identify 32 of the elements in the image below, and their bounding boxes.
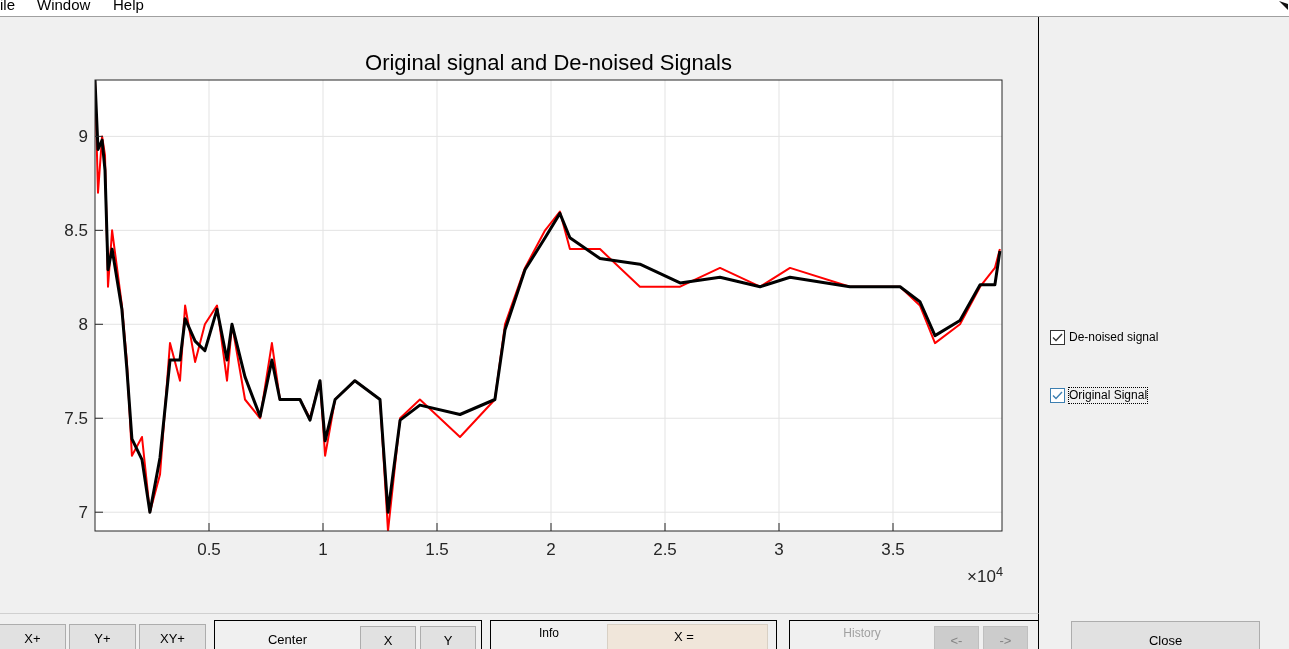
chart-title: Original signal and De-noised Signals [365, 50, 732, 75]
x-tick-label: 2 [546, 540, 556, 559]
menu-item[interactable]: Window [37, 0, 91, 14]
x-tick-label: 1 [318, 540, 328, 559]
group-label: Info [538, 625, 560, 642]
y-tick-label: 9 [78, 127, 88, 147]
y-tick-label: 8 [78, 315, 88, 335]
group-label: Center [267, 631, 308, 649]
toolbar-button[interactable]: Y+ [69, 624, 136, 649]
x-tick-label: 0.5 [197, 540, 221, 559]
y-tick-label: 7 [78, 503, 88, 523]
y-tick-label: 7.5 [64, 409, 88, 429]
x-tick-label: 3.5 [881, 540, 905, 559]
toolbar-button[interactable]: X [360, 626, 416, 649]
checkbox-label[interactable]: Original Signal [1069, 388, 1148, 403]
y-tick-label: 8.5 [64, 221, 88, 241]
menu-item[interactable]: Help [113, 0, 144, 14]
toolbar-button[interactable]: Y [420, 626, 476, 649]
info-field: X = [607, 624, 768, 649]
x-tick-label: 2.5 [653, 540, 677, 559]
menu-item[interactable]: ile [0, 0, 15, 14]
x-tick-label: 1.5 [425, 540, 449, 559]
group-label: History [842, 625, 882, 642]
resize-icon [1279, 1, 1288, 10]
close-button[interactable]: Close [1071, 621, 1260, 649]
checkbox-label[interactable]: De-noised signal [1069, 330, 1159, 345]
toolbar-button[interactable]: XY+ [139, 624, 206, 649]
x-tick-label: 3 [774, 540, 784, 559]
checkbox[interactable] [1050, 388, 1065, 403]
axis-exponent: ×10$^{4}$ [967, 567, 1003, 587]
checkbox[interactable] [1050, 330, 1065, 345]
toolbar-button[interactable]: X+ [0, 624, 66, 649]
